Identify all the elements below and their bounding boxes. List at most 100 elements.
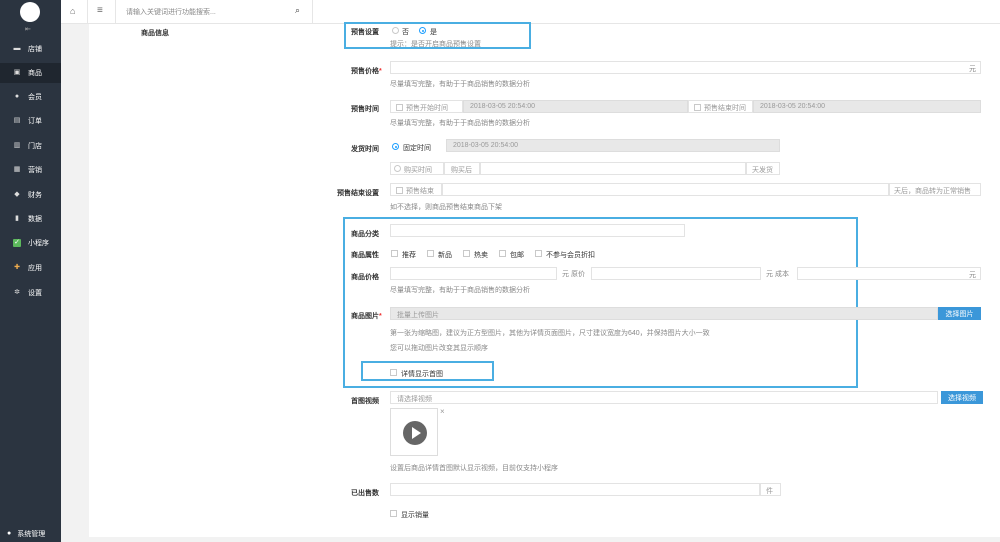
sidebar-item-store[interactable]: ▬ 店铺	[0, 39, 61, 59]
attr-freeship-label: 包邮	[510, 252, 524, 259]
category-input[interactable]	[390, 224, 685, 237]
attr-new-check[interactable]	[427, 250, 434, 257]
attr-new-label: 新品	[438, 252, 452, 259]
attr-recommend-check[interactable]	[391, 250, 398, 257]
system-management[interactable]: ● 系统管理	[0, 525, 61, 542]
sidebar-item-order[interactable]: ▤ 订单	[0, 111, 61, 131]
ship-after-radio[interactable]: 购买时间	[390, 162, 444, 175]
sidebar-item-data[interactable]: ▮ 数据	[0, 209, 61, 229]
ship-fixed-radio[interactable]	[392, 143, 399, 150]
apps-icon: ✚	[14, 264, 20, 271]
attr-nodiscount-label: 不参与会员折扣	[546, 252, 595, 259]
presale-price-hint: 尽量填写完整，有助于于商品销售的数据分析	[390, 81, 530, 88]
user-icon: ●	[7, 530, 12, 537]
ship-time-label: 发货时间	[351, 146, 379, 153]
video-label: 首图视频	[351, 398, 379, 405]
ship-after-suffix: 天发货	[746, 162, 780, 175]
images-input[interactable]: 批量上传图片	[390, 307, 938, 320]
show-sales-label: 显示销量	[401, 512, 429, 519]
attr-recommend-label: 推荐	[402, 252, 416, 259]
presale-end-suffix: 天后，商品转为正常销售	[889, 183, 981, 196]
presale-end-hint: 如不选择，则商品预售结束商品下架	[390, 204, 502, 211]
video-hint: 设置后商品详情首图默认显示视频，目前仅支持小程序	[390, 465, 558, 472]
divider	[115, 0, 116, 24]
menu-icon[interactable]: ≡	[97, 5, 103, 16]
presale-end-days-input[interactable]	[442, 183, 889, 196]
collapse-icon[interactable]: ⇤	[25, 25, 31, 33]
ship-days-input[interactable]	[480, 162, 746, 175]
sidebar-item-goods[interactable]: ▣ 商品	[0, 63, 61, 83]
presale-end-label: 预售结束设置	[337, 190, 379, 197]
select-images-button[interactable]: 选择图片	[938, 307, 981, 320]
select-video-button[interactable]: 选择视频	[941, 391, 983, 404]
images-hint-2: 您可以拖动图片改变其显示顺序	[390, 345, 488, 352]
attr-nodiscount-check[interactable]	[535, 250, 542, 257]
sidebar-item-member[interactable]: ● 会员	[0, 87, 61, 107]
presale-label: 预售设置	[351, 29, 379, 36]
sidebar-item-shop[interactable]: ▥ 门店	[0, 136, 61, 156]
sidebar-item-settings[interactable]: ✲ 设置	[0, 283, 61, 303]
presale-start-input[interactable]: 2018-03-05 20:54:00	[463, 100, 688, 113]
store-icon: ▬	[13, 45, 21, 52]
video-thumbnail[interactable]	[390, 408, 438, 456]
search-input[interactable]: 请输入关键词进行功能搜索...	[126, 7, 216, 17]
price-input[interactable]	[390, 267, 557, 280]
search-icon[interactable]: ⌕	[295, 5, 300, 16]
topbar: ⌂ ≡ 请输入关键词进行功能搜索... ⌕	[61, 0, 1000, 24]
price-label: 商品价格	[351, 274, 379, 281]
shop-icon: ▥	[13, 142, 21, 149]
detail-first-check[interactable]	[390, 369, 397, 376]
sold-suffix: 件	[760, 483, 781, 496]
logo[interactable]	[20, 2, 40, 22]
play-icon	[403, 421, 427, 445]
show-sales-check[interactable]	[390, 510, 397, 517]
price-hint: 尽量填写完整，有助于于商品销售的数据分析	[390, 287, 530, 294]
presale-hint: 提示：是否开启商品预售设置	[390, 41, 481, 48]
category-label: 商品分类	[351, 231, 379, 238]
sidebar-item-miniprogram[interactable]: ✓ 小程序	[0, 233, 61, 253]
presale-end-input[interactable]: 2018-03-05 20:54:00	[753, 100, 981, 113]
sidebar: ⇤ ▬ 店铺 ▣ 商品 ● 会员 ▤ 订单 ▥ 门店 ▦ 营销 ◆ 财务 ▮ 数据 ✓ 小程序 ✚…	[0, 0, 61, 542]
ship-after-prefix: 购买后	[444, 162, 480, 175]
sidebar-item-finance[interactable]: ◆ 财务	[0, 185, 61, 205]
divider	[312, 0, 313, 24]
finance-icon: ◆	[14, 191, 20, 198]
attr-freeship-check[interactable]	[499, 250, 506, 257]
sold-input[interactable]	[390, 483, 760, 496]
ship-fixed-input[interactable]: 2018-03-05 20:54:00	[446, 139, 780, 152]
presale-time-label: 预售时间	[351, 106, 379, 113]
images-hint-1: 第一张为缩略图，建议为正方型图片，其他为详情页面图片，尺寸建议宽度为640，并保…	[390, 330, 710, 337]
presale-no-label: 否	[402, 29, 409, 36]
divider	[87, 0, 88, 24]
presale-yes-radio[interactable]	[419, 27, 426, 34]
images-label: 商品图片*	[351, 313, 382, 320]
presale-start-check[interactable]: 预售开始时间	[390, 100, 463, 113]
home-icon[interactable]: ⌂	[70, 6, 75, 16]
presale-price-label: 预售价格*	[351, 68, 382, 75]
orig-price-prefix: 元 原价	[562, 271, 585, 278]
presale-time-hint: 尽量填写完整，有助于于商品销售的数据分析	[390, 120, 530, 127]
sidebar-item-marketing[interactable]: ▦ 营销	[0, 160, 61, 180]
miniprogram-icon: ✓	[13, 239, 21, 247]
section-label: 商品信息	[141, 30, 169, 37]
form-panel: 商品信息 预售设置 否 是 提示：是否开启商品预售设置 预售价格* 元 尽量填写…	[89, 22, 1000, 537]
presale-end-check[interactable]: 预售结束	[390, 183, 442, 196]
presale-no-radio[interactable]	[392, 27, 399, 34]
sidebar-item-apps[interactable]: ✚ 应用	[0, 258, 61, 278]
attr-hot-check[interactable]	[463, 250, 470, 257]
cost-price-input[interactable]: 元	[797, 267, 981, 280]
video-input[interactable]: 请选择视频	[390, 391, 938, 404]
data-icon: ▮	[15, 215, 19, 222]
orig-price-input[interactable]	[591, 267, 761, 280]
ship-fixed-label: 固定时间	[403, 145, 431, 152]
close-icon[interactable]: ×	[440, 407, 445, 416]
attr-hot-label: 热卖	[474, 252, 488, 259]
detail-first-label: 详情显示首图	[401, 371, 443, 378]
presale-end-check[interactable]: 预售结束时间	[688, 100, 753, 113]
cost-price-prefix: 元 成本	[766, 271, 789, 278]
order-icon: ▤	[13, 117, 21, 124]
presale-yes-label: 是	[430, 29, 437, 36]
presale-price-input[interactable]: 元	[390, 61, 981, 74]
sold-label: 已出售数	[351, 490, 379, 497]
gear-icon: ✲	[14, 289, 20, 296]
